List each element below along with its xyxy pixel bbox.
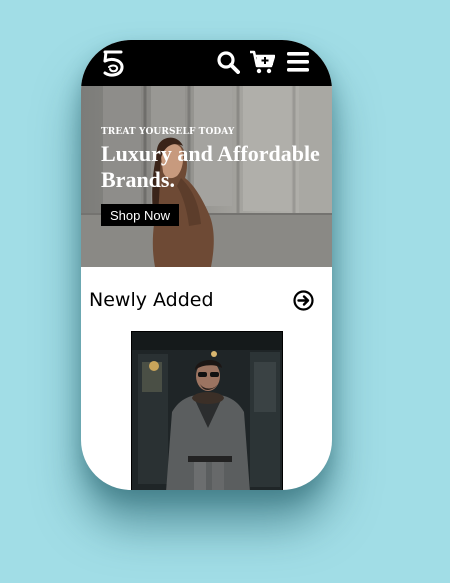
five-logo-icon[interactable] xyxy=(99,48,127,78)
hero-banner: TREAT YOURSELF TODAY Luxury and Affordab… xyxy=(81,86,332,267)
cart-add-icon[interactable] xyxy=(249,50,275,74)
header-bar xyxy=(81,40,332,86)
hamburger-menu-icon[interactable] xyxy=(287,50,309,74)
shop-now-button[interactable]: Shop Now xyxy=(101,204,179,226)
hero-title: Luxury and Affordable Brands. xyxy=(101,141,320,192)
arrow-right-circle-icon[interactable] xyxy=(293,290,314,311)
newly-added-heading: Newly Added xyxy=(89,289,214,311)
man-in-grey-coat-photo xyxy=(132,332,282,490)
product-card-image[interactable] xyxy=(131,331,283,490)
phone-frame: TREAT YOURSELF TODAY Luxury and Affordab… xyxy=(81,40,332,490)
search-icon[interactable] xyxy=(216,50,240,74)
hero-tagline: TREAT YOURSELF TODAY xyxy=(101,127,235,137)
